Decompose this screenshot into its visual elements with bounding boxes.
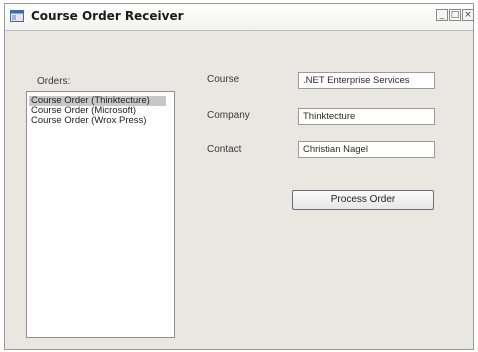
close-button[interactable]: × (462, 9, 474, 21)
course-label: Course (207, 74, 240, 85)
main-window: Course Order Receiver _ □ × Orders: Cour… (4, 3, 474, 350)
company-label: Company (207, 110, 250, 121)
maximize-button[interactable]: □ (449, 9, 461, 21)
process-order-button[interactable]: Process Order (292, 190, 434, 210)
contact-label: Contact (207, 144, 242, 155)
orders-label: Orders: (37, 76, 71, 87)
contact-field[interactable]: Christian Nagel (298, 141, 435, 158)
window-title: Course Order Receiver (31, 9, 184, 23)
course-field[interactable]: .NET Enterprise Services (298, 72, 435, 89)
window-app-icon (10, 10, 24, 22)
orders-listbox[interactable]: Course Order (Thinktecture) Course Order… (26, 91, 175, 338)
minimize-button[interactable]: _ (436, 9, 448, 21)
company-field[interactable]: Thinktecture (298, 108, 435, 125)
title-bar[interactable]: Course Order Receiver _ □ × (5, 4, 474, 31)
list-item[interactable]: Course Order (Wrox Press) (29, 116, 148, 126)
